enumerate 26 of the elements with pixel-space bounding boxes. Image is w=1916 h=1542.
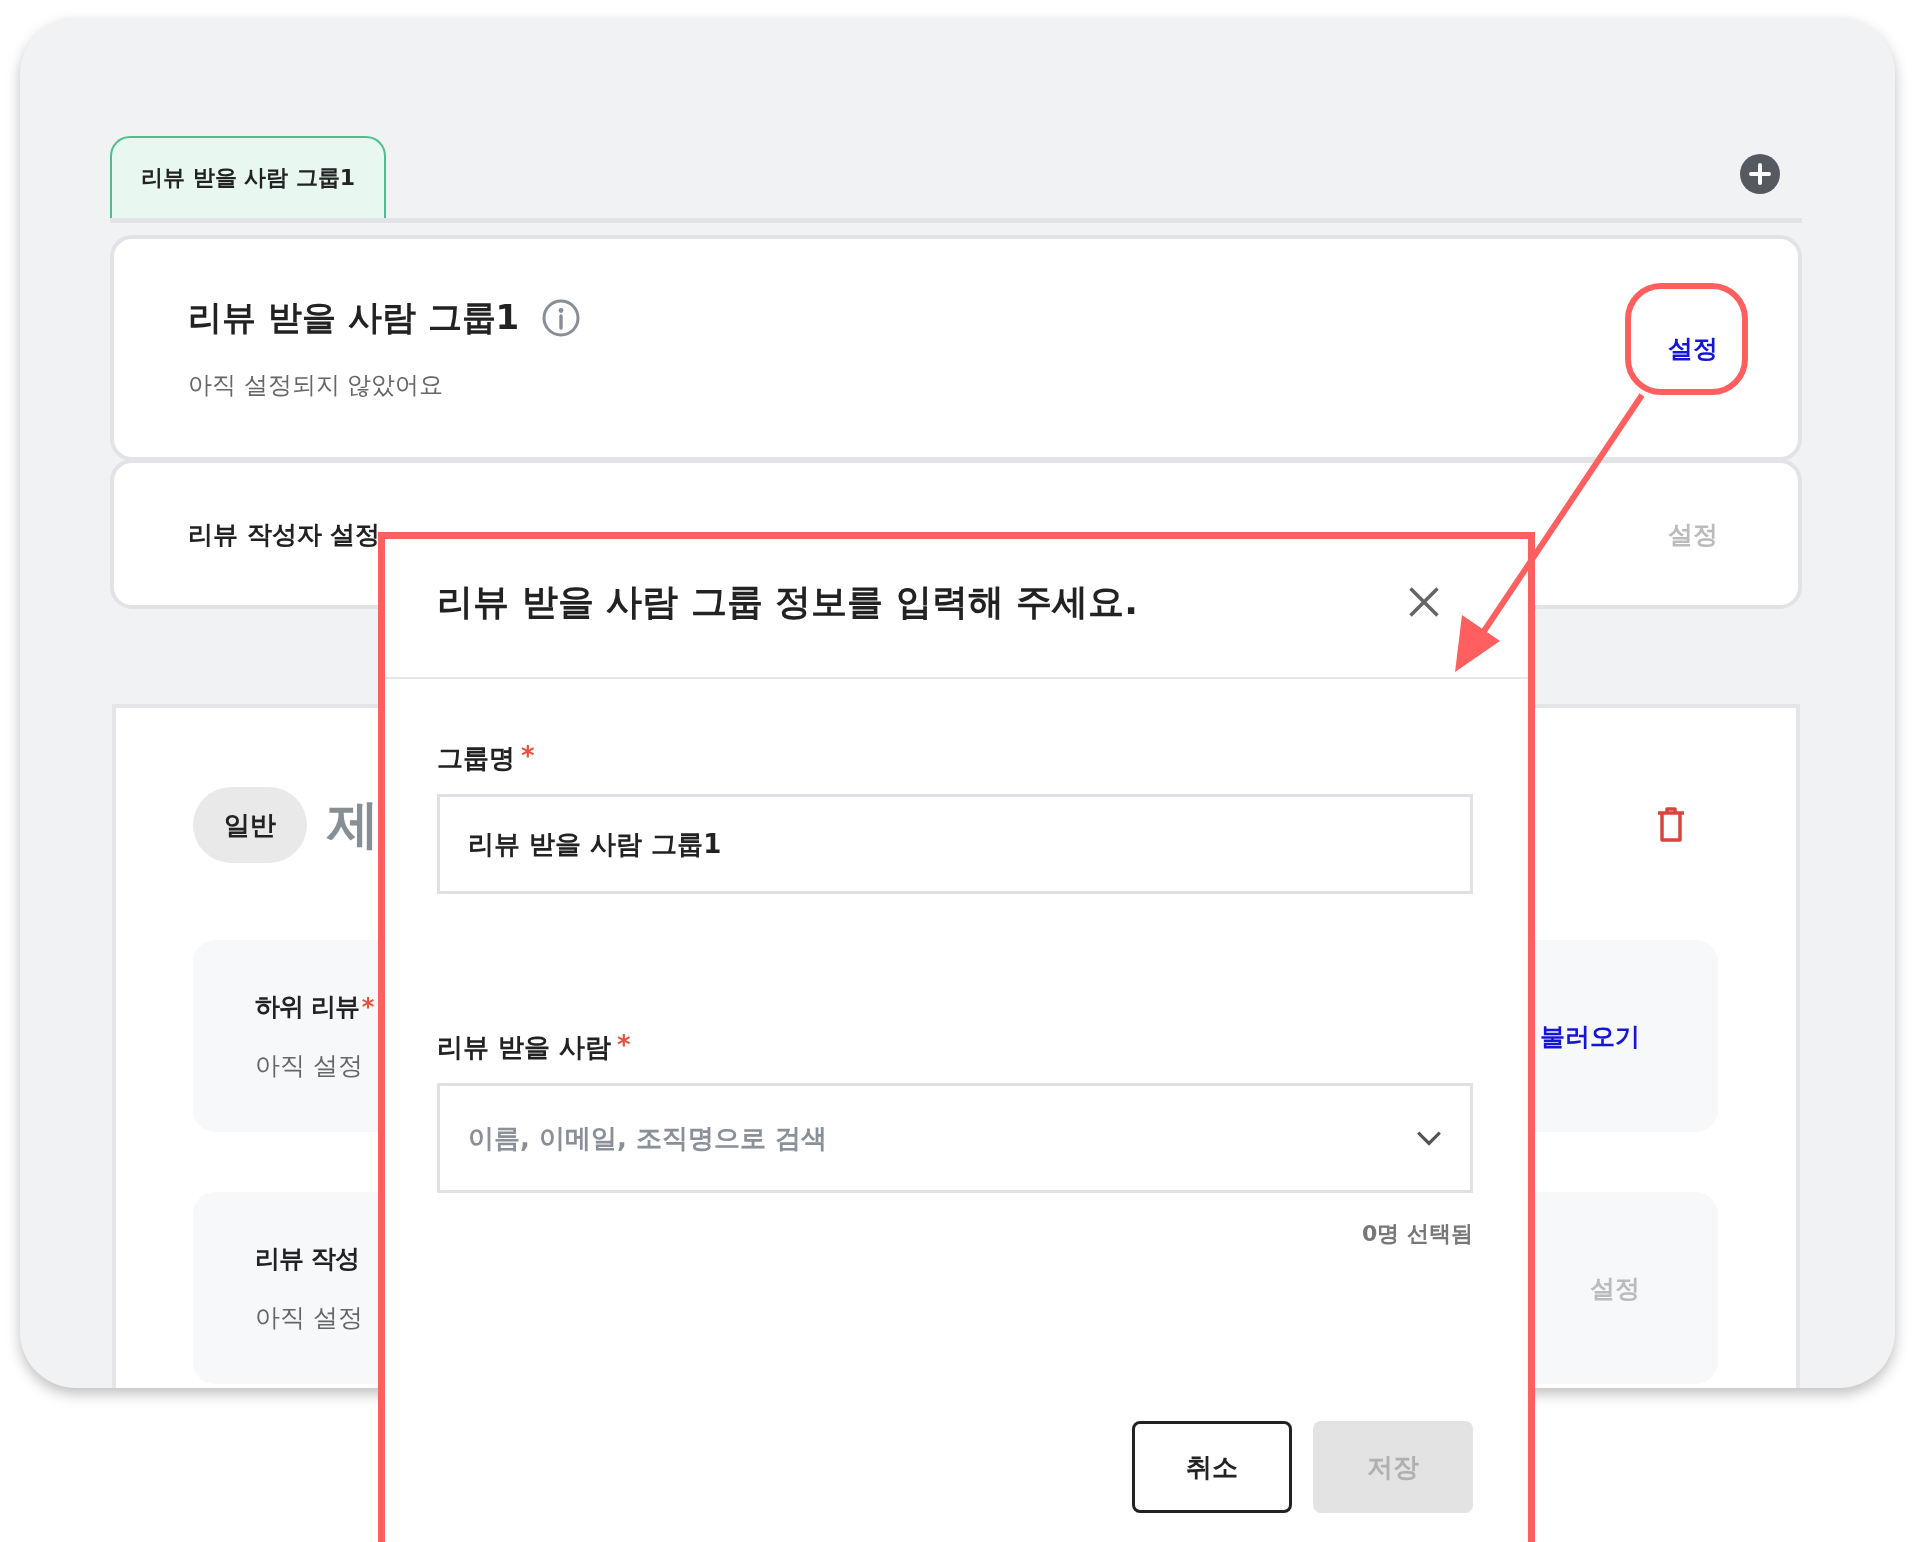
- cancel-button[interactable]: 취소: [1132, 1421, 1292, 1513]
- action-button[interactable]: 불러오기: [1532, 1013, 1648, 1059]
- info-icon[interactable]: [541, 298, 582, 338]
- reviewer-search-field[interactable]: 이름, 이메일, 조직명으로 검색: [437, 1083, 1473, 1193]
- section-title: 제: [327, 793, 379, 856]
- required-mark: *: [617, 1030, 631, 1060]
- trash-icon[interactable]: [1656, 807, 1686, 843]
- setting-title: 리뷰 작성: [255, 1243, 359, 1275]
- required-mark: *: [361, 992, 375, 1021]
- dialog-title: 리뷰 받을 사람 그룹 정보를 입력해 주세요.: [437, 579, 1138, 624]
- field-label: 그룹명: [437, 742, 515, 775]
- settings-button[interactable]: 설정: [1660, 325, 1726, 371]
- selection-count: 0명 선택됨: [1361, 1220, 1473, 1248]
- status-text: 아직 설정: [255, 1050, 364, 1082]
- group-name-field[interactable]: 리뷰 받을 사람 그룹1: [437, 794, 1473, 894]
- setting-title: 하위 리뷰: [255, 991, 359, 1023]
- writer-title: 리뷰 작성자 설정: [188, 518, 381, 551]
- group-title: 리뷰 받을 사람 그룹1: [188, 296, 520, 339]
- add-icon[interactable]: [1740, 154, 1780, 194]
- status-text: 아직 설정: [255, 1302, 363, 1334]
- chevron-down-icon: [1415, 1129, 1443, 1147]
- field-label: 리뷰 받을 사람: [437, 1031, 612, 1064]
- status-text: 아직 설정되지 않았어요: [188, 370, 445, 401]
- group-tab[interactable]: 리뷰 받을 사람 그룹1: [110, 136, 386, 218]
- category-badge: 일반: [193, 787, 307, 863]
- required-mark: *: [521, 741, 535, 771]
